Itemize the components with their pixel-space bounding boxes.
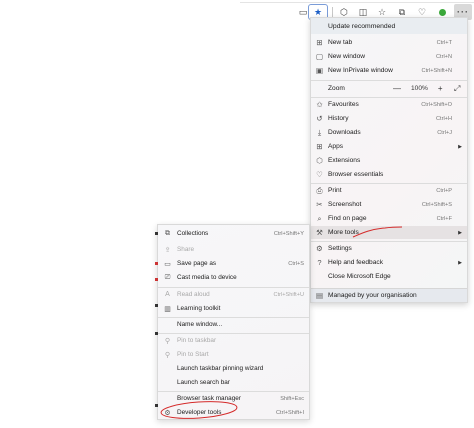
menu-item-close-edge[interactable]: Close Microsoft Edge (311, 270, 467, 283)
developer-tools-icon: ⚙ (164, 409, 171, 417)
pin-icon: ⚲ (164, 337, 171, 345)
menu-item-history[interactable]: ↺ History Ctrl+H (311, 112, 467, 125)
menu-item-settings[interactable]: ⚙ Settings (311, 242, 467, 255)
read-aloud-icon: A (165, 291, 170, 298)
zoom-out-button[interactable]: — (393, 84, 401, 93)
save-icon: ▭ (164, 260, 171, 268)
menu-item-more-tools[interactable]: ⚒ More tools ▶ (311, 226, 467, 239)
menu-divider (311, 80, 467, 81)
download-icon: ⤓ (317, 127, 322, 137)
menu-item-new-inprivate-window[interactable]: ▣ New InPrivate window Ctrl+Shift+N (311, 64, 467, 77)
zoom-in-button[interactable]: + (438, 84, 443, 93)
crop-speck (155, 262, 158, 265)
menu-item-zoom: Zoom — 100% + ⤢ (328, 83, 462, 93)
submenu-item-pin-to-taskbar[interactable]: ⚲ Pin to taskbar (158, 334, 309, 347)
crop-speck (155, 332, 158, 335)
chevron-right-icon: ▶ (458, 229, 462, 236)
chevron-right-icon: ▶ (458, 259, 462, 266)
menu-item-screenshot[interactable]: ✂ Screenshot Ctrl+Shift+S (311, 198, 467, 211)
managed-by-organisation[interactable]: ▤ Managed by your organisation (311, 288, 467, 302)
submenu-item-collections[interactable]: ⧉ Collections Ctrl+Shift+Y (158, 227, 309, 240)
menu-item-help-and-feedback[interactable]: ? Help and feedback ▶ (311, 256, 467, 269)
screenshot-icon: ✂ (316, 200, 323, 209)
status-dot-icon (439, 9, 446, 16)
fullscreen-icon[interactable]: ⤢ (454, 84, 462, 93)
more-tools-submenu: ⧉ Collections Ctrl+Shift+Y ⇪ Share ▭ Sav… (157, 224, 310, 420)
gear-icon: ⚙ (316, 244, 323, 253)
chevron-right-icon: ▶ (458, 143, 462, 150)
menu-item-new-window[interactable]: ▢ New window Ctrl+N (311, 50, 467, 63)
printer-icon: ⎙ (316, 185, 323, 195)
history-icon: ↺ (316, 114, 323, 123)
favourites-icon: ✩ (316, 100, 323, 109)
crop-speck (155, 404, 158, 407)
update-recommended-item[interactable]: Update recommended (311, 18, 467, 34)
zoom-level: 100% (411, 85, 428, 92)
help-icon: ? (317, 258, 322, 267)
menu-item-find-on-page[interactable]: ⌕ Find on page Ctrl+F (311, 212, 467, 225)
submenu-item-save-page-as[interactable]: ▭ Save page as Ctrl+S (158, 257, 309, 270)
menu-item-favourites[interactable]: ✩ Favourites Ctrl+Shift+O (311, 98, 467, 111)
menu-item-downloads[interactable]: ⤓ Downloads Ctrl+J (311, 126, 467, 139)
extensions-icon: ⬡ (316, 156, 323, 165)
find-icon: ⌕ (317, 213, 322, 223)
new-tab-icon: ⊞ (316, 38, 323, 47)
submenu-item-taskbar-pinning-wizard[interactable]: Launch taskbar pinning wizard (158, 362, 309, 375)
submenu-item-share[interactable]: ⇪ Share (158, 243, 309, 256)
submenu-item-cast-media[interactable]: ⎚ Cast media to device (158, 271, 309, 284)
share-icon: ⇪ (164, 246, 171, 254)
more-tools-icon: ⚒ (316, 228, 323, 237)
cast-icon: ⎚ (164, 273, 171, 281)
crop-speck (155, 232, 158, 235)
apps-icon: ⊞ (316, 142, 323, 151)
submenu-item-pin-to-start[interactable]: ⚲ Pin to Start (158, 348, 309, 361)
heart-icon: ♡ (316, 170, 323, 179)
book-icon: ▥ (164, 305, 171, 313)
submenu-item-name-window[interactable]: Name window... (158, 318, 309, 331)
menu-item-browser-essentials[interactable]: ♡ Browser essentials (311, 168, 467, 181)
submenu-item-read-aloud[interactable]: A Read aloud Ctrl+Shift+U (158, 288, 309, 301)
toolbar-divider (332, 7, 333, 17)
zoom-controls: — 100% + (393, 84, 443, 93)
menu-item-print[interactable]: ⎙ Print Ctrl+P (311, 184, 467, 197)
menu-item-new-tab[interactable]: ⊞ New tab Ctrl+T (311, 36, 467, 49)
crop-speck (155, 278, 158, 281)
menu-item-apps[interactable]: ⊞ Apps ▶ (311, 140, 467, 153)
pin-icon: ⚲ (164, 351, 171, 359)
submenu-item-browser-task-manager[interactable]: Browser task manager Shift+Esc (158, 392, 309, 405)
menu-item-extensions[interactable]: ⬡ Extensions (311, 154, 467, 167)
settings-and-more-menu: Update recommended ⊞ New tab Ctrl+T ▢ Ne… (310, 17, 468, 303)
collections-icon: ⧉ (165, 229, 170, 237)
submenu-item-launch-search-bar[interactable]: Launch search bar (158, 376, 309, 389)
submenu-item-learning-toolkit[interactable]: ▥ Learning toolkit (158, 302, 309, 315)
submenu-item-developer-tools[interactable]: ⚙ Developer tools Ctrl+Shift+I (158, 406, 309, 419)
new-window-icon: ▢ (315, 52, 324, 61)
inprivate-icon: ▣ (315, 66, 324, 75)
crop-speck (155, 304, 158, 307)
briefcase-icon: ▤ (315, 291, 324, 300)
